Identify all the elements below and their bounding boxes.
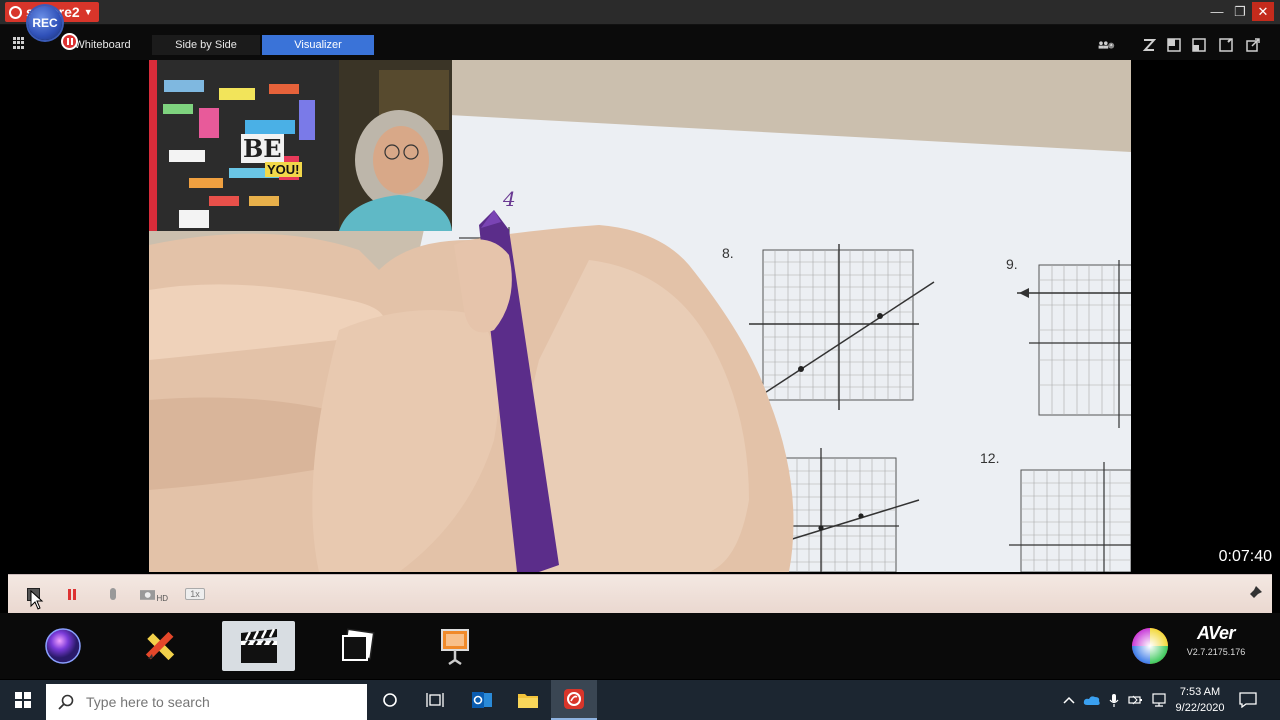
chevron-down-icon: ▼ (83, 7, 93, 17)
pin-icon[interactable] (1244, 584, 1264, 604)
file-explorer-button[interactable] (505, 680, 551, 720)
tray-overflow-icon[interactable] (1060, 692, 1078, 708)
split-icon[interactable] (1190, 36, 1208, 53)
poster-word-you: YOU! (265, 162, 302, 177)
brush-icon[interactable] (1140, 36, 1158, 53)
app-version: V2.7.2175.176 (1186, 647, 1246, 657)
tab-visualizer[interactable]: Visualizer (262, 35, 374, 55)
task-view-button[interactable] (412, 680, 458, 720)
tab-side-by-side[interactable]: Side by Side (152, 35, 260, 55)
poster-word-be: BE (241, 134, 284, 163)
power-icon[interactable] (1127, 692, 1145, 708)
outlook-button[interactable] (459, 680, 505, 720)
color-wheel-button[interactable] (36, 621, 90, 671)
taskbar: 7:53 AM 9/22/2020 (0, 680, 1280, 720)
hd-label: HD (156, 593, 168, 603)
aver-logo: AVer V2.7.2175.176 (1186, 623, 1246, 657)
maximize-button[interactable]: ❐ (1229, 2, 1251, 21)
title-bar: sphere2 ▼ — ❐ ✕ (0, 0, 1280, 25)
folder-icon (518, 694, 538, 708)
pencil-ruler-icon (145, 631, 175, 661)
hd-quality-button[interactable]: HD (140, 584, 168, 604)
clock-date: 9/22/2020 (1175, 702, 1225, 714)
color-wheel-icon (45, 628, 81, 664)
cursor-icon (30, 590, 44, 610)
minimize-button[interactable]: — (1206, 2, 1228, 21)
speed-label: 1x (185, 588, 205, 600)
brand-name: AVer (1196, 623, 1236, 643)
start-button[interactable] (0, 680, 46, 720)
onedrive-icon[interactable] (1083, 692, 1101, 708)
clock-time: 7:53 AM (1179, 686, 1221, 698)
recording-controls: HD 1x (8, 574, 1272, 613)
taskbar-search[interactable] (46, 684, 367, 720)
sphere-logo-icon (9, 5, 22, 19)
network-icon[interactable] (1150, 692, 1168, 708)
group-icon[interactable] (1098, 36, 1116, 53)
tool-dock: AVer V2.7.2175.176 (0, 613, 1280, 679)
mode-bar: Whiteboard Side by Side Visualizer (0, 25, 1280, 60)
microphone-tray-icon[interactable] (1105, 692, 1123, 708)
color-palette-icon (1132, 628, 1168, 664)
presentation-icon (441, 629, 469, 666)
cortana-button[interactable] (367, 680, 413, 720)
search-input[interactable] (84, 693, 348, 711)
worksheet-label-8: 8. (722, 245, 734, 261)
color-picker-button[interactable] (1123, 621, 1177, 671)
worksheet-label-12: 12. (980, 450, 1000, 466)
external-icon[interactable] (1244, 36, 1262, 53)
snapshot-icon (342, 628, 375, 661)
playback-speed-button[interactable]: 1x (178, 584, 212, 604)
webcam-scene (149, 60, 452, 231)
clapperboard-icon (240, 628, 277, 663)
worksheet-label-9: 9. (1006, 256, 1018, 272)
sphere2-taskbar-button[interactable] (551, 680, 597, 720)
notification-icon (1239, 692, 1257, 708)
taskbar-clock[interactable]: 7:53 AM 9/22/2020 (1170, 684, 1230, 716)
notifications-button[interactable] (1236, 690, 1260, 710)
settings-icon[interactable] (1217, 36, 1235, 53)
recording-timer: 0:07:40 (1218, 548, 1272, 565)
sphere-app-icon (564, 689, 584, 709)
pause-button[interactable] (64, 584, 80, 604)
apps-grid-icon[interactable] (13, 37, 25, 49)
cortana-icon (383, 693, 397, 707)
task-view-icon (426, 693, 444, 707)
capture-button[interactable] (330, 621, 384, 671)
outlook-icon (472, 692, 492, 708)
webcam-pip[interactable]: BE YOU! (149, 60, 452, 231)
record-button[interactable]: REC (28, 6, 62, 40)
windows-logo-icon (15, 692, 31, 708)
microphone-icon (110, 588, 116, 600)
microphone-button[interactable] (106, 584, 120, 604)
visualizer-button[interactable] (222, 621, 295, 671)
close-button[interactable]: ✕ (1252, 2, 1274, 21)
pause-recording-button[interactable] (61, 33, 78, 50)
annotate-tools-button[interactable] (133, 621, 187, 671)
search-icon (58, 694, 74, 710)
window-icon[interactable] (1165, 36, 1183, 53)
worksheet-label-4: 4 (503, 187, 516, 211)
camera-icon (140, 590, 156, 600)
presentation-button[interactable] (428, 621, 482, 671)
